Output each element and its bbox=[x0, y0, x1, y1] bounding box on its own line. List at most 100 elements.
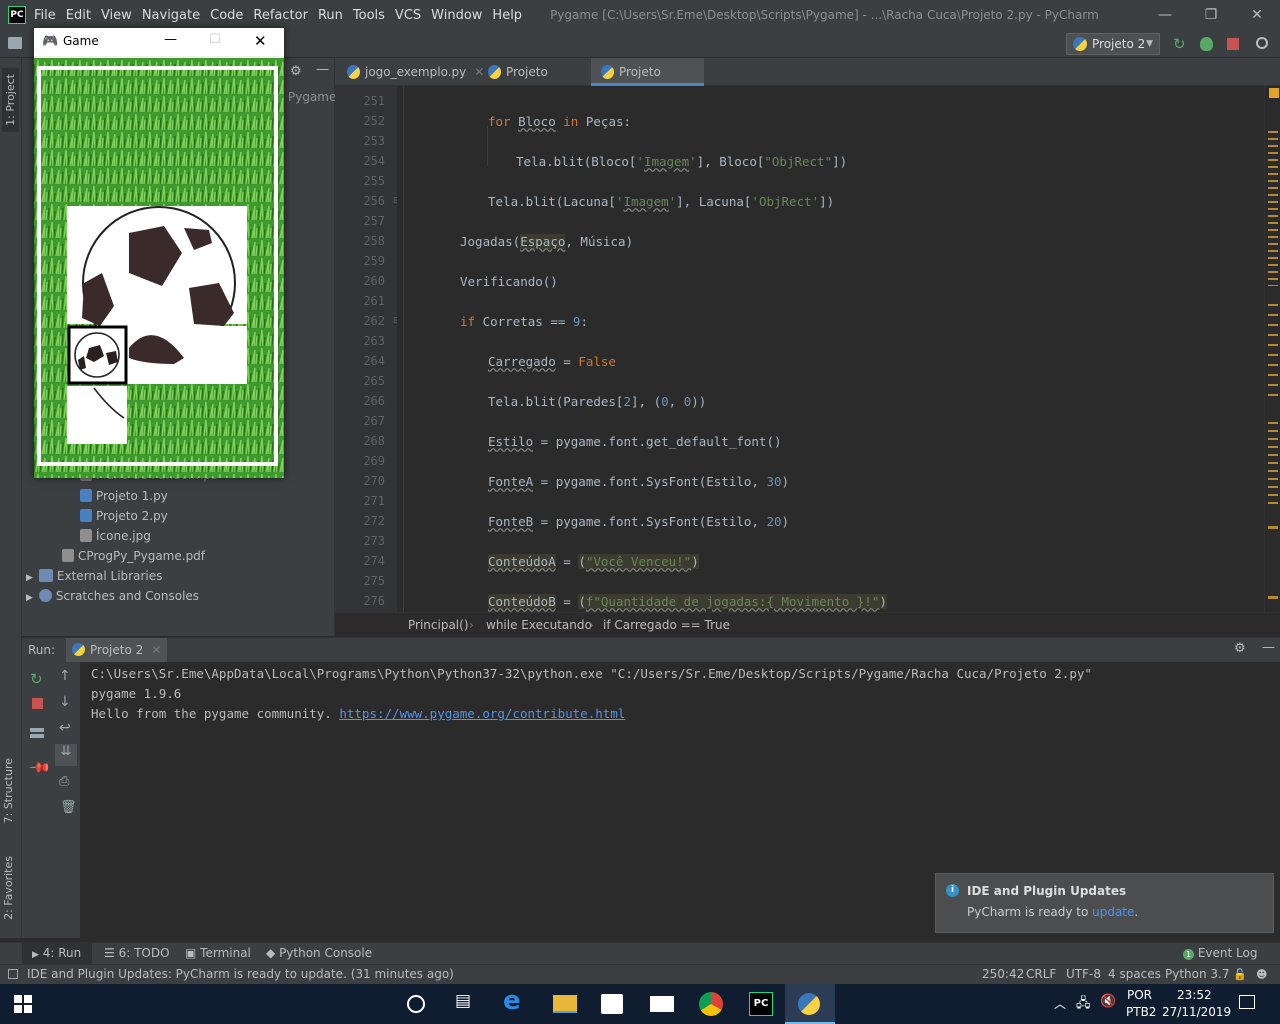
update-link[interactable]: update bbox=[1092, 905, 1134, 919]
python-icon bbox=[798, 993, 820, 1015]
gear-icon[interactable]: ⚙ bbox=[290, 64, 302, 79]
network-icon[interactable]: 🖧 bbox=[1076, 994, 1091, 1016]
close-button[interactable]: ✕ bbox=[1234, 0, 1280, 30]
stop-icon[interactable] bbox=[1227, 38, 1239, 50]
status-message[interactable]: IDE and Plugin Updates: PyCharm is ready… bbox=[27, 967, 454, 981]
edge-icon[interactable]: e bbox=[503, 986, 527, 1016]
keyboard-layout[interactable]: PTB2 bbox=[1126, 1005, 1156, 1019]
notification-balloon: i IDE and Plugin Updates PyCharm is read… bbox=[935, 873, 1274, 933]
file-encoding[interactable]: UTF-8 bbox=[1066, 967, 1101, 981]
trash-icon[interactable]: 🗑 bbox=[60, 800, 77, 815]
tool-tab-project[interactable]: 1: Project bbox=[2, 68, 19, 132]
inspector-icon[interactable]: ☻ bbox=[1256, 968, 1267, 981]
tree-item-projeto1[interactable]: Projeto 1.py bbox=[80, 489, 168, 503]
minimize-button[interactable]: — bbox=[164, 32, 177, 47]
lock-icon[interactable]: 🔓 bbox=[1233, 968, 1247, 981]
tree-item-pdf[interactable]: CProgPy_Pygame.pdf bbox=[62, 549, 205, 563]
minimize-button[interactable]: — bbox=[1142, 0, 1188, 30]
run-config-selector[interactable]: Projeto 2 ▼ bbox=[1066, 33, 1160, 55]
tool-tab-favorites[interactable]: 2: Favorites bbox=[2, 856, 15, 920]
hide-panel-icon[interactable]: — bbox=[1262, 640, 1275, 655]
mail-icon[interactable] bbox=[650, 996, 674, 1012]
indent-setting[interactable]: 4 spaces bbox=[1108, 967, 1161, 981]
toggle-tool-windows-icon[interactable] bbox=[8, 969, 18, 979]
breadcrumb-item[interactable]: if Carregado == True bbox=[603, 618, 730, 632]
maximize-button[interactable]: ☐ bbox=[209, 32, 221, 47]
pin-icon[interactable]: 📌 bbox=[28, 756, 52, 780]
clock-time[interactable]: 23:52 bbox=[1177, 988, 1212, 1002]
puzzle-piece-selected[interactable] bbox=[67, 325, 128, 385]
python-taskbar-button[interactable] bbox=[785, 984, 835, 1024]
scroll-to-end-icon[interactable]: ⇊ bbox=[55, 744, 77, 766]
clock-date[interactable]: 27/11/2019 bbox=[1162, 1005, 1231, 1019]
caret-position[interactable]: 250:42 bbox=[982, 967, 1024, 981]
tool-tab-terminal[interactable]: ▣ Terminal bbox=[185, 946, 251, 960]
breadcrumb-item[interactable]: Principal() bbox=[408, 618, 469, 632]
volume-muted-icon[interactable]: 🔇 bbox=[1100, 994, 1116, 1009]
tool-tab-todo[interactable]: ☰ 6: TODO bbox=[104, 946, 170, 960]
menu-window[interactable]: Window bbox=[431, 8, 482, 23]
hide-panel-icon[interactable]: — bbox=[316, 62, 329, 77]
menu-view[interactable]: View bbox=[101, 8, 132, 23]
breadcrumb-item[interactable]: while Executando bbox=[486, 618, 592, 632]
menu-help[interactable]: Help bbox=[492, 8, 522, 23]
language-indicator[interactable]: POR bbox=[1127, 988, 1152, 1002]
menu-edit[interactable]: Edit bbox=[66, 8, 91, 23]
menu-file[interactable]: File bbox=[34, 8, 56, 23]
run-tab[interactable]: Projeto 2 ✕ bbox=[66, 638, 168, 662]
gear-icon[interactable]: ⚙ bbox=[1234, 641, 1246, 656]
arrow-down-icon[interactable]: ↓ bbox=[59, 694, 71, 710]
chrome-icon[interactable] bbox=[699, 992, 723, 1016]
print-icon[interactable]: ⎙ bbox=[59, 774, 69, 789]
tab-projeto1[interactable]: Projeto 1.py✕ bbox=[478, 58, 590, 107]
show-hidden-icons-icon[interactable]: ︿ bbox=[1054, 995, 1066, 1012]
rerun-icon[interactable]: ↻ bbox=[1173, 36, 1189, 52]
menu-refactor[interactable]: Refactor bbox=[253, 8, 308, 23]
tree-item-icone[interactable]: Ícone.jpg bbox=[80, 529, 151, 543]
console-link[interactable]: https://www.pygame.org/contribute.html bbox=[339, 706, 625, 721]
close-button[interactable]: ✕ bbox=[254, 32, 267, 50]
notification-center-icon[interactable] bbox=[1239, 995, 1255, 1009]
tree-item-scratches[interactable]: ▶ Scratches and Consoles bbox=[26, 589, 199, 603]
run-config-label: Projeto 2 bbox=[1092, 37, 1146, 51]
rerun-icon[interactable]: ↻ bbox=[30, 670, 43, 688]
game-canvas[interactable] bbox=[34, 58, 284, 478]
code-line: FonteB = pygame.font.SysFont(Estilo, 20) bbox=[488, 514, 790, 529]
event-log-button[interactable]: 1 Event Log bbox=[1183, 946, 1257, 960]
search-icon[interactable] bbox=[1256, 37, 1268, 49]
windows-start-icon[interactable] bbox=[14, 995, 32, 1013]
restore-button[interactable]: ❐ bbox=[1188, 0, 1234, 30]
tool-tab-structure[interactable]: 7: Structure bbox=[2, 758, 15, 823]
arrow-up-icon[interactable]: ↑ bbox=[59, 668, 71, 684]
tree-item-projeto2[interactable]: Projeto 2.py bbox=[80, 509, 168, 523]
cortana-icon[interactable] bbox=[407, 995, 425, 1013]
error-stripe[interactable] bbox=[1264, 86, 1280, 612]
soft-wrap-icon[interactable]: ↩ bbox=[59, 720, 71, 736]
code-editor[interactable]: for Bloco in Peças: Tela.blit(Bloco['Ima… bbox=[397, 86, 1245, 612]
file-explorer-icon[interactable] bbox=[553, 995, 577, 1013]
menu-code[interactable]: Code bbox=[210, 8, 243, 23]
layout-icon[interactable] bbox=[30, 728, 44, 738]
menu-navigate[interactable]: Navigate bbox=[142, 8, 200, 23]
breadcrumb: Principal() › while Executando › if Carr… bbox=[335, 612, 1280, 637]
menu-run[interactable]: Run bbox=[318, 8, 343, 23]
pycharm-taskbar-icon[interactable]: PC bbox=[749, 992, 773, 1016]
puzzle-board[interactable] bbox=[34, 58, 284, 478]
warning-icon[interactable] bbox=[1269, 88, 1279, 98]
stop-icon[interactable] bbox=[32, 698, 43, 709]
debug-icon[interactable] bbox=[1200, 37, 1213, 51]
tab-jogo-exemplo[interactable]: jogo_exemplo.py ✕ bbox=[337, 58, 484, 86]
menu-tools[interactable]: Tools bbox=[353, 8, 385, 23]
tab-projeto2[interactable]: Projeto 2.py✕ bbox=[591, 58, 704, 107]
line-number: 273 bbox=[363, 534, 385, 548]
interpreter-setting[interactable]: Python 3.7 bbox=[1165, 967, 1230, 981]
code-line: Tela.blit(Bloco['Imagem'], Bloco["ObjRec… bbox=[516, 154, 848, 169]
task-view-icon[interactable]: ▤ bbox=[455, 991, 479, 1015]
line-separator[interactable]: CRLF bbox=[1026, 967, 1056, 981]
tool-tab-run[interactable]: ▶ 4: Run bbox=[22, 943, 92, 964]
tool-tab-python-console[interactable]: ◆ Python Console bbox=[266, 946, 372, 960]
menu-vcs[interactable]: VCS bbox=[395, 8, 421, 23]
store-icon[interactable] bbox=[601, 994, 623, 1014]
tree-item-external-libraries[interactable]: ▶ External Libraries bbox=[26, 569, 162, 583]
folder-icon[interactable] bbox=[8, 37, 22, 49]
